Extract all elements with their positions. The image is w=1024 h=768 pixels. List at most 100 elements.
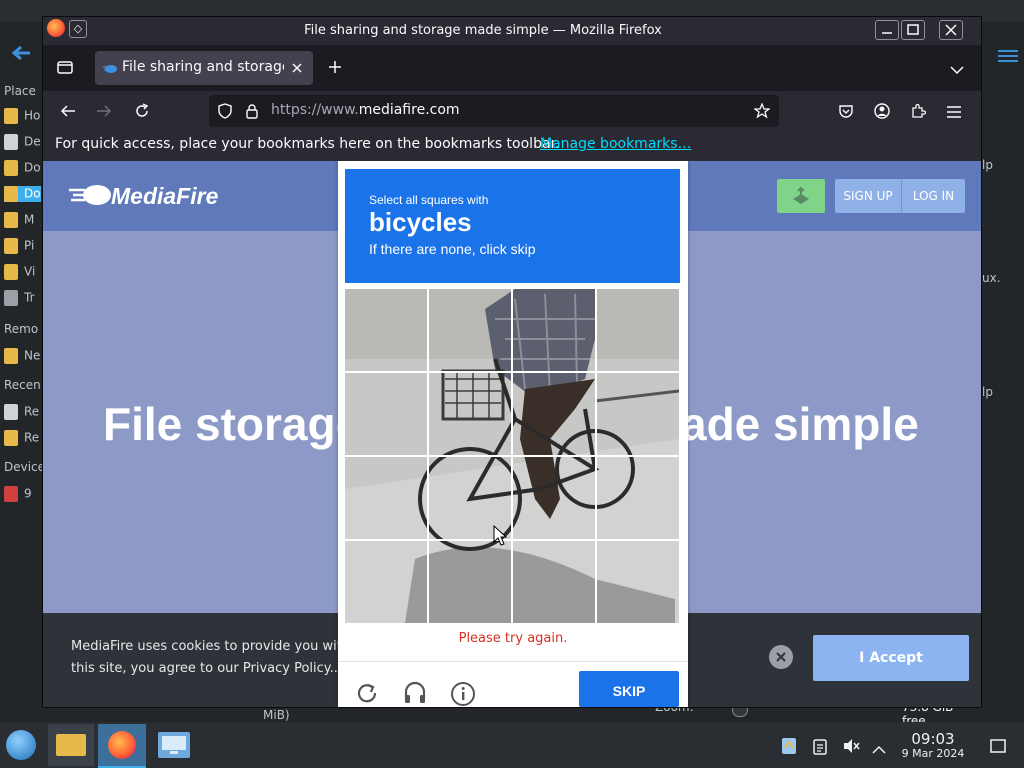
tab-active[interactable]: File sharing and storage: [95, 51, 313, 85]
tab-label: File sharing and storage: [122, 59, 284, 75]
captcha-image-grid: [345, 289, 679, 623]
recent-files-icon: [4, 404, 18, 420]
drive-icon: [4, 486, 18, 502]
captcha-refresh-icon[interactable]: [355, 681, 379, 705]
minimize-icon: [882, 32, 892, 34]
account-icon[interactable]: [874, 103, 890, 119]
show-desktop-icon[interactable]: [990, 738, 1006, 753]
sidebar-item-documents[interactable]: Do: [4, 160, 41, 176]
cookie-text-line2: this site, you agree to our Privacy Poli…: [71, 661, 338, 676]
url-text[interactable]: https://www.mediafire.com: [271, 102, 460, 118]
auth-buttons: SIGN UP LOG IN: [835, 179, 965, 213]
recent-header: Recen: [4, 378, 41, 392]
firefox-view-icon[interactable]: [57, 59, 73, 75]
close-icon: [945, 24, 957, 36]
sidebar-item-recent-files[interactable]: Re: [4, 404, 39, 420]
mediafire-favicon-icon: [103, 61, 117, 75]
clipboard-tray-icon[interactable]: [812, 737, 828, 755]
captcha-header: Select all squares with bicycles If ther…: [345, 169, 680, 283]
sidebar-item-music[interactable]: M: [4, 212, 34, 228]
sidebar-item-network[interactable]: Ne: [4, 348, 40, 364]
places-header: Place: [4, 84, 36, 98]
clock-time[interactable]: 09:03: [896, 730, 970, 748]
panel-text-snippet: lp: [982, 158, 993, 172]
captcha-audio-icon[interactable]: [402, 679, 428, 705]
list-all-tabs-icon[interactable]: [949, 61, 965, 75]
sidebar-item-downloads[interactable]: Do: [4, 186, 41, 202]
extensions-icon[interactable]: [910, 103, 927, 119]
monitor-settings-icon: [162, 736, 186, 754]
back-arrow-icon[interactable]: [10, 44, 32, 62]
forward-icon[interactable]: [95, 103, 113, 119]
panel-text-snippet: ux.: [982, 271, 1001, 285]
close-icon: [776, 652, 786, 662]
new-tab-icon[interactable]: [327, 59, 343, 75]
bookmark-star-icon[interactable]: [753, 102, 771, 119]
captcha-instruction: Select all squares with: [369, 193, 489, 207]
manage-bookmarks-link[interactable]: Manage bookmarks…: [540, 136, 692, 152]
pocket-icon[interactable]: [838, 103, 854, 119]
tray-expand-icon[interactable]: [872, 740, 886, 754]
sidebar-item-videos[interactable]: Vi: [4, 264, 35, 280]
mediafire-logo-icon[interactable]: [67, 181, 113, 209]
cookie-text-line1: MediaFire uses cookies to provide you wi…: [71, 639, 363, 654]
close-window-button[interactable]: [939, 20, 963, 40]
taskbar-file-manager[interactable]: [48, 724, 94, 766]
start-menu-icon[interactable]: [6, 730, 36, 760]
file-manager-statusbar: MiB) Zoom: 73.8 GiB free: [42, 700, 980, 728]
sidebar-item-desktop[interactable]: De: [4, 134, 41, 150]
back-icon[interactable]: [59, 103, 77, 119]
taskbar-firefox[interactable]: [98, 724, 146, 768]
hero-heading-left: File storage: [103, 398, 362, 450]
bookmarks-toolbar: For quick access, place your bookmarks h…: [43, 131, 981, 161]
site-logo[interactable]: MediaFire: [111, 183, 218, 210]
folder-icon: [4, 186, 18, 202]
sidebar-item-recent-locations[interactable]: Re: [4, 430, 39, 446]
hamburger-menu-icon[interactable]: [998, 48, 1018, 62]
folder-icon: [56, 734, 86, 756]
hero-heading-right: ade simple: [681, 398, 919, 450]
url-bar[interactable]: https://www.mediafire.com: [209, 95, 779, 127]
clock-date[interactable]: 9 Mar 2024: [894, 747, 972, 760]
signup-button[interactable]: SIGN UP: [835, 179, 902, 213]
captcha-skip-button[interactable]: SKIP: [579, 671, 679, 707]
mouse-cursor-icon: [493, 525, 508, 546]
page-content: MediaFire SIGN UP LOG IN File storage ad…: [43, 161, 981, 707]
volume-muted-tray-icon[interactable]: [842, 737, 860, 755]
divider: [338, 661, 688, 662]
lock-icon[interactable]: [245, 103, 259, 119]
bookmarks-hint: For quick access, place your bookmarks h…: [55, 136, 560, 152]
file-manager-right-panel: lp ux. lp: [980, 22, 1024, 722]
login-button[interactable]: LOG IN: [902, 179, 965, 213]
sidebar-item-pictures[interactable]: Pi: [4, 238, 34, 254]
network-folder-icon: [4, 348, 18, 364]
maximize-button[interactable]: [901, 20, 925, 40]
captcha-info-icon[interactable]: [450, 681, 476, 707]
close-tab-icon[interactable]: [289, 60, 305, 76]
remote-header: Remo: [4, 322, 39, 336]
sidebar-item-device[interactable]: 9: [4, 486, 32, 502]
reload-icon[interactable]: [133, 102, 151, 120]
status-info: MiB): [263, 708, 290, 722]
minimize-button[interactable]: [875, 20, 899, 40]
folder-icon: [4, 160, 18, 176]
cookie-close-button[interactable]: [769, 645, 793, 669]
firefox-window: ◇ File sharing and storage made simple —…: [42, 16, 982, 708]
maximize-icon: [907, 24, 919, 35]
captcha-error: Please try again.: [458, 631, 568, 646]
sidebar-item-trash[interactable]: Tr: [4, 290, 35, 306]
url-domain: mediafire.com: [358, 102, 460, 118]
tab-strip: File sharing and storage: [43, 45, 981, 91]
recent-locations-icon: [4, 430, 18, 446]
captcha-target: bicycles: [369, 207, 472, 237]
sidebar-item-home[interactable]: Ho: [4, 108, 40, 124]
shield-icon[interactable]: [217, 103, 233, 119]
taskbar-system-settings[interactable]: [158, 732, 190, 758]
app-menu-icon[interactable]: [946, 104, 962, 118]
upload-button[interactable]: [777, 179, 825, 213]
captcha-grid-lines: [345, 289, 679, 623]
accept-cookies-button[interactable]: I Accept: [813, 635, 969, 681]
captcha-dialog: Select all squares with bicycles If ther…: [338, 161, 688, 707]
network-tray-icon[interactable]: [780, 736, 798, 756]
upload-icon: [793, 186, 809, 204]
